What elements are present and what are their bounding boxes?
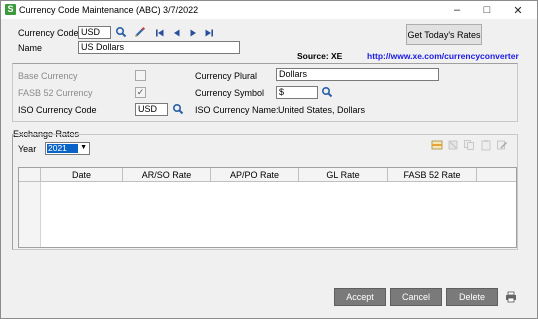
year-label: Year	[18, 144, 37, 154]
currency-symbol-label: Currency Symbol	[195, 88, 265, 98]
currency-code-label: Currency Code	[18, 28, 79, 38]
currency-plural-field[interactable]: Dollars	[276, 68, 439, 81]
copy-icon[interactable]	[463, 139, 475, 151]
currency-plural-label: Currency Plural	[195, 71, 258, 81]
delete-button[interactable]: Delete	[446, 288, 498, 306]
title-bar: S Currency Code Maintenance (ABC) 3/7/20…	[1, 1, 537, 19]
paste-icon[interactable]	[480, 139, 492, 151]
iso-currency-code-field[interactable]: USD	[135, 103, 168, 116]
get-todays-rates-button[interactable]: Get Today's Rates	[406, 24, 482, 45]
source-url-link[interactable]: http://www.xe.com/currencyconverter	[367, 51, 519, 61]
fasb-52-currency-checkbox[interactable]: ✓	[135, 87, 146, 98]
currency-code-field[interactable]: USD	[78, 26, 111, 39]
grid-header: Date AR/SO Rate AP/PO Rate GL Rate FASB …	[19, 168, 516, 182]
cancel-button[interactable]: Cancel	[390, 288, 442, 306]
nav-next-icon[interactable]	[188, 28, 198, 38]
lookup-icon[interactable]	[115, 26, 127, 38]
minimize-button[interactable]: –	[446, 1, 468, 19]
maximize-button[interactable]: □	[476, 1, 498, 19]
sage-app-icon: S	[5, 4, 16, 15]
year-selected-value: 2021	[47, 144, 78, 153]
print-icon[interactable]	[505, 291, 517, 303]
accept-button[interactable]: Accept	[334, 288, 386, 306]
iso-currency-name-value: United States, Dollars	[278, 105, 366, 115]
grid-row-selector-header	[19, 168, 41, 182]
currency-symbol-field[interactable]: $	[276, 86, 318, 99]
window-title: Currency Code Maintenance (ABC) 3/7/2022	[19, 5, 199, 15]
edit-grid-icon[interactable]	[496, 139, 508, 151]
close-button[interactable]: ✕	[507, 1, 529, 19]
column-header-ar-so-rate[interactable]: AR/SO Rate	[123, 168, 211, 182]
exchange-rates-grid[interactable]: Date AR/SO Rate AP/PO Rate GL Rate FASB …	[18, 167, 517, 248]
chevron-down-icon[interactable]: ▼	[80, 144, 87, 151]
fasb-52-currency-label: FASB 52 Currency	[18, 88, 93, 98]
edit-pencil-icon[interactable]	[134, 26, 146, 38]
base-currency-checkbox[interactable]	[135, 70, 146, 81]
currency-code-maintenance-window: S Currency Code Maintenance (ABC) 3/7/20…	[0, 0, 538, 319]
column-header-date[interactable]: Date	[41, 168, 123, 182]
name-field[interactable]: US Dollars	[78, 41, 240, 54]
iso-currency-code-label: ISO Currency Code	[18, 105, 97, 115]
nav-previous-icon[interactable]	[172, 28, 182, 38]
column-header-ap-po-rate[interactable]: AP/PO Rate	[211, 168, 299, 182]
year-select[interactable]: 2021 ▼	[45, 142, 90, 155]
grid-row-selector	[19, 182, 41, 247]
source-label: Source: XE	[297, 51, 343, 61]
delete-row-icon[interactable]	[447, 139, 459, 151]
column-header-fasb-52-rate[interactable]: FASB 52 Rate	[388, 168, 477, 182]
symbol-lookup-icon[interactable]	[321, 86, 333, 98]
base-currency-label: Base Currency	[18, 71, 78, 81]
nav-first-icon[interactable]	[155, 28, 165, 38]
insert-row-icon[interactable]	[431, 139, 443, 151]
nav-last-icon[interactable]	[204, 28, 214, 38]
iso-currency-name-label: ISO Currency Name:	[195, 105, 279, 115]
name-label: Name	[18, 43, 43, 53]
column-header-gl-rate[interactable]: GL Rate	[299, 168, 388, 182]
grid-filler-header	[477, 168, 516, 182]
iso-lookup-icon[interactable]	[172, 103, 184, 115]
